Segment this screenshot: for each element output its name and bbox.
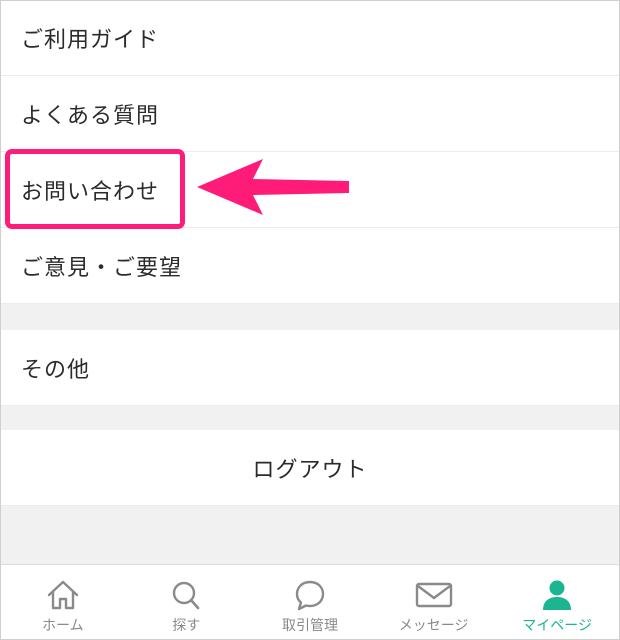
menu-item-feedback[interactable]: ご意見・ご要望: [1, 228, 619, 304]
section-divider: [1, 506, 619, 564]
section-divider: [1, 406, 619, 430]
tab-label: マイページ: [522, 618, 593, 634]
screen-frame: ご利用ガイド よくある質問 お問い合わせ ご意見・ご要望 その他 ログアウト ホ…: [0, 0, 620, 640]
search-icon: [173, 581, 200, 610]
envelope-icon: [415, 582, 452, 608]
tab-transactions[interactable]: 取引管理: [248, 565, 372, 639]
menu-item-label: その他: [21, 357, 91, 383]
tab-search[interactable]: 探す: [125, 565, 249, 639]
menu-item-user-guide[interactable]: ご利用ガイド: [1, 1, 619, 76]
tab-mypage[interactable]: マイページ: [495, 565, 619, 639]
menu-item-other[interactable]: その他: [1, 330, 619, 406]
section-divider: [1, 304, 619, 330]
tab-messages[interactable]: メッセージ: [372, 565, 496, 639]
chat-bubble-icon: [295, 580, 325, 611]
tab-label: 探す: [172, 618, 201, 634]
menu-item-faq[interactable]: よくある質問: [1, 76, 619, 152]
highlight-box: [5, 149, 185, 229]
menu-item-label: よくある質問: [21, 103, 160, 129]
tab-label: メッセージ: [398, 618, 469, 634]
tab-label: ホーム: [42, 618, 84, 634]
home-icon: [47, 580, 78, 610]
logout-button[interactable]: ログアウト: [1, 430, 619, 506]
tab-home[interactable]: ホーム: [1, 565, 125, 639]
menu-item-label: ご意見・ご要望: [21, 255, 183, 281]
pointer-arrow-icon: [197, 159, 349, 215]
bottom-tab-bar: ホーム 探す 取引管理 メッセージ マイページ: [1, 564, 619, 639]
person-icon: [543, 580, 572, 610]
menu-item-label: ご利用ガイド: [21, 28, 160, 53]
logout-label: ログアウト: [252, 457, 368, 483]
tab-label: 取引管理: [281, 618, 338, 634]
